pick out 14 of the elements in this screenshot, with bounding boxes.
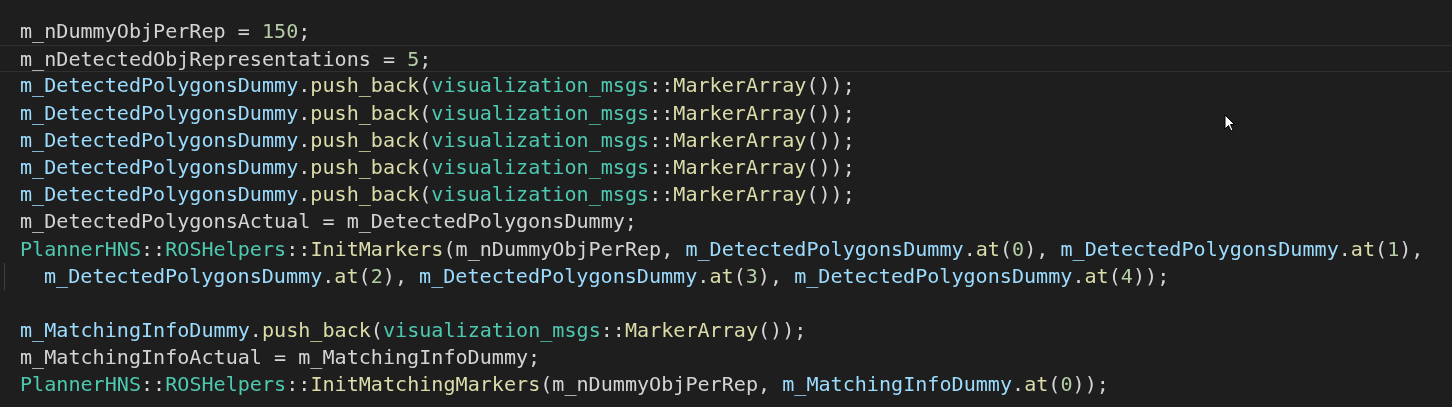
- code-line: m_nDummyObjPerRep = 150;: [20, 19, 311, 43]
- code-line: m_DetectedPolygonsDummy.push_back(visualization_msgs::MarkerArray());: [20, 73, 855, 98]
- code-line: PlannerHNS::ROSHelpers::InitMarkers(m_nDummyObjPerRep, m_DetectedPolygonsDummy.at(0), m_DetectedPolygonsDummy.at(1),: [20, 236, 1424, 261]
- mouse-pointer-icon: [1224, 114, 1235, 132]
- code-line: m_MatchingInfoDummy.push_back(visualization_msgs::MarkerArray());: [20, 318, 807, 343]
- code-line: m_DetectedPolygonsDummy.push_back(visualization_msgs::MarkerArray());: [20, 154, 855, 179]
- code-line: m_DetectedPolygonsDummy.push_back(visualization_msgs::MarkerArray());: [20, 182, 855, 207]
- code-line: PlannerHNS::ROSHelpers::InitMatchingMarkers(m_nDummyObjPerRep, m_MatchingInfoDummy.at(0));: [20, 372, 1109, 397]
- code-line: m_DetectedPolygonsDummy.push_back(visualization_msgs::MarkerArray());: [20, 100, 855, 125]
- code-line: m_DetectedPolygonsDummy.push_back(visualization_msgs::MarkerArray());: [20, 127, 855, 152]
- code-line: m_MatchingInfoActual = m_MatchingInfoDummy;: [20, 345, 541, 370]
- code-line: m_DetectedPolygonsDummy.at(2), m_DetectedPolygonsDummy.at(3), m_DetectedPolygonsDummy.at(4));: [44, 263, 1170, 288]
- code-line: m_nDetectedObjRepresentations = 5;: [20, 47, 432, 72]
- code-line: m_DetectedPolygonsActual = m_DetectedPolygonsDummy;: [20, 209, 637, 234]
